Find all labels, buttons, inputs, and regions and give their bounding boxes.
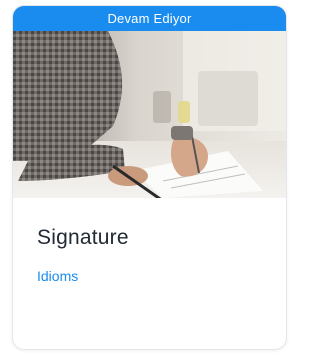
card-title: Signature: [37, 226, 129, 249]
status-banner: Devam Ediyor: [13, 6, 286, 31]
signing-document-photo: [13, 31, 286, 198]
course-card[interactable]: Devam Ediyor Signature Idioms: [12, 5, 287, 350]
category-link[interactable]: Idioms: [37, 268, 78, 284]
